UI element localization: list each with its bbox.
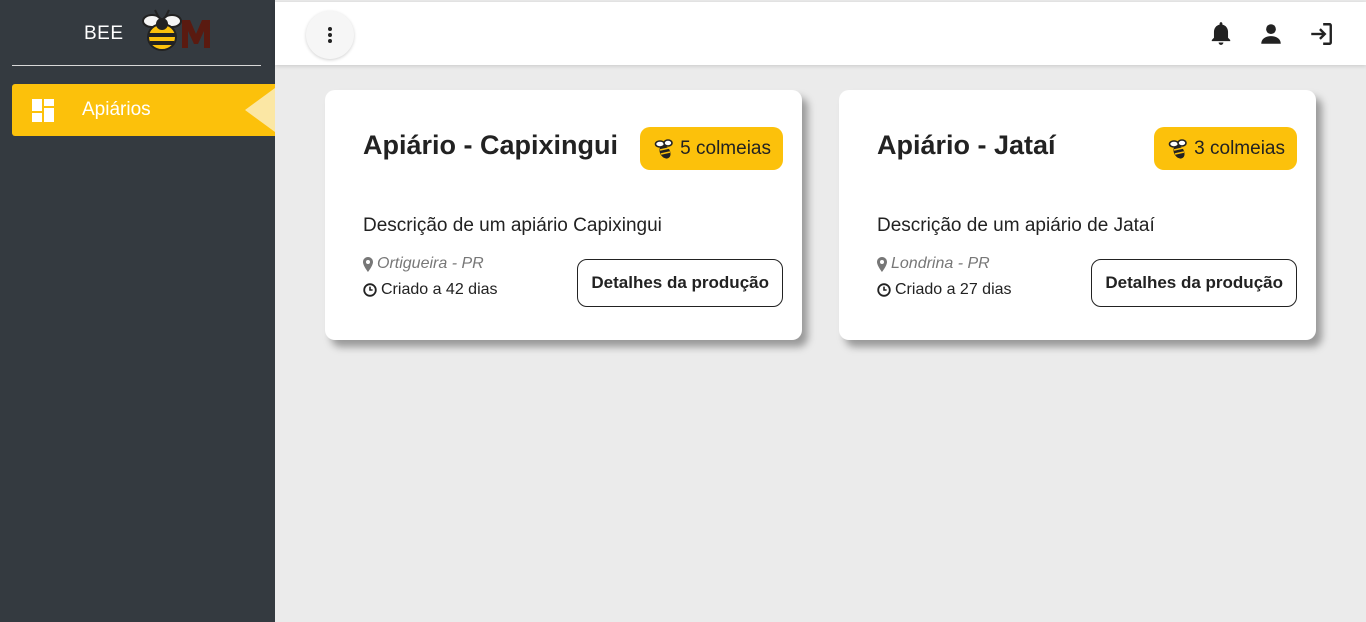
brand: BEE [12, 0, 261, 66]
map-pin-icon [363, 256, 373, 272]
card-title: Apiário - Jataí [877, 130, 1056, 160]
created-text: Criado a 27 dias [895, 281, 1012, 298]
app-root: BEE Apiários Apiário - Capixingui 5 colm… [0, 0, 1366, 622]
card-description: Descrição de um apiário de Jataí [877, 215, 1155, 236]
location-text: Ortigueira - PR [377, 255, 484, 272]
topbar [275, 2, 1366, 65]
dashboard-icon [32, 99, 54, 122]
sidebar: BEE Apiários [0, 0, 275, 622]
menu-button[interactable] [306, 11, 354, 59]
apiary-card: Apiário - Jataí 3 colmeias Descrição de … [839, 90, 1316, 340]
apiary-card: Apiário - Capixingui 5 colmeias Descriçã… [325, 90, 802, 340]
bee-logo-icon [142, 9, 210, 51]
sidebar-item-label: Apiários [82, 99, 151, 120]
hives-badge: 3 colmeias [1154, 127, 1297, 170]
clock-icon [363, 283, 377, 297]
details-button[interactable]: Detalhes da produção [577, 259, 783, 307]
active-indicator [245, 88, 275, 132]
hives-count: 3 colmeias [1194, 137, 1285, 159]
created-text: Criado a 42 dias [381, 281, 498, 298]
hives-badge: 5 colmeias [640, 127, 783, 170]
sidebar-item-apiarios[interactable]: Apiários [12, 84, 275, 136]
location-text: Londrina - PR [891, 255, 990, 272]
location: Londrina - PR [877, 255, 990, 273]
map-pin-icon [877, 256, 887, 272]
details-button[interactable]: Detalhes da produção [1091, 259, 1297, 307]
card-title: Apiário - Capixingui [363, 130, 619, 160]
hives-count: 5 colmeias [680, 137, 771, 159]
bell-icon[interactable] [1208, 21, 1234, 47]
created-date: Criado a 42 dias [363, 281, 498, 299]
location: Ortigueira - PR [363, 255, 484, 273]
created-date: Criado a 27 dias [877, 281, 1012, 299]
brand-text: BEE [84, 23, 124, 44]
clock-icon [877, 283, 891, 297]
vertical-dots-icon [328, 27, 332, 43]
logout-icon[interactable] [1308, 21, 1334, 47]
bee-icon [654, 138, 673, 159]
user-icon[interactable] [1258, 21, 1284, 47]
bee-icon [1168, 138, 1187, 159]
card-description: Descrição de um apiário Capixingui [363, 215, 662, 236]
